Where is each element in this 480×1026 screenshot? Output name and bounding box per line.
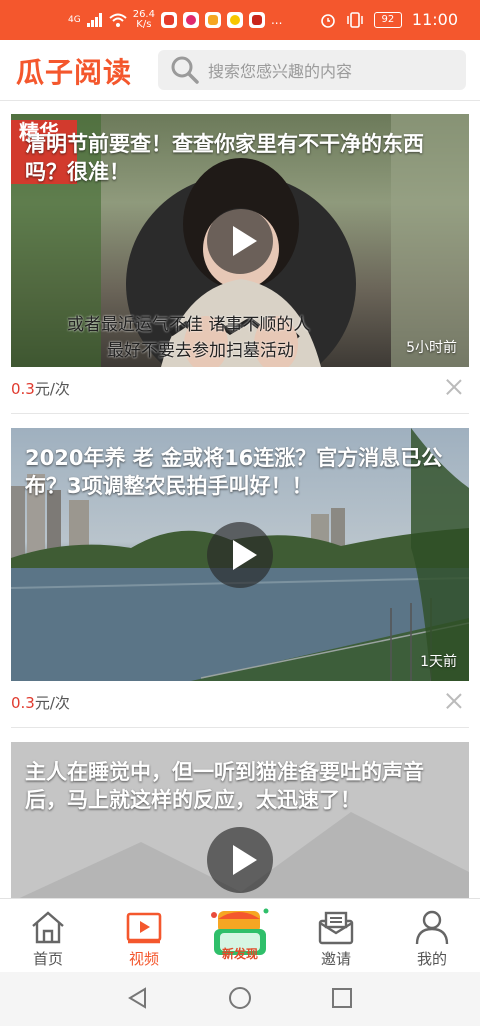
price-value: 0.3 <box>11 380 35 398</box>
search-icon <box>168 53 202 87</box>
profile-icon <box>415 910 449 945</box>
tab-label: 邀请 <box>320 950 351 968</box>
price: 0.3元/次 <box>11 692 70 713</box>
alarm-icon <box>321 13 335 28</box>
status-bar: 4G 26.4 K/s ... 92 11:00 <box>0 0 480 40</box>
price-value: 0.3 <box>11 694 35 712</box>
tab-home[interactable]: 首页 <box>0 899 96 973</box>
video-title: 清明节前要查！查查你家里有不干净的东西吗？很准！ <box>25 132 424 184</box>
app-logo: 瓜子阅读 <box>16 56 133 89</box>
video-time: 1天前 <box>420 654 457 670</box>
tab-label: 首页 <box>32 950 63 968</box>
more-notifications: ... <box>270 13 283 27</box>
video-title: 主人在睡觉中，但一听到猫准备要吐的声音后，马上就这样的反应，太迅速了！ <box>25 760 424 812</box>
tab-label: 视频 <box>128 950 159 968</box>
price-unit: 元/次 <box>34 694 70 712</box>
close-icon[interactable] <box>445 378 463 396</box>
search-bar[interactable]: 搜索您感兴趣的内容 <box>158 50 466 90</box>
status-left: 4G 26.4 K/s ... <box>68 10 282 30</box>
tab-video[interactable]: 视频 <box>96 899 192 973</box>
status-right: 92 11:00 <box>320 10 458 29</box>
play-icon[interactable] <box>207 827 273 893</box>
video-thumbnail[interactable]: 精华 清明节前要查！查查你家里有不干净的东西吗？很准！ 或者最近运气不佳 诸事不… <box>11 114 469 367</box>
divider <box>11 413 469 414</box>
battery-indicator: 92 <box>373 11 402 28</box>
search-placeholder: 搜索您感兴趣的内容 <box>208 62 353 81</box>
app-notification-icon <box>248 12 265 28</box>
tab-label: 新发现 <box>221 947 258 961</box>
bottom-tab-bar: 首页 视频 新发现 邀请 我的 <box>0 898 480 973</box>
back-icon[interactable] <box>126 986 150 1010</box>
network-type: 4G <box>68 14 81 25</box>
tab-invite[interactable]: 邀请 <box>288 899 384 973</box>
tab-discover[interactable]: 新发现 <box>192 899 288 973</box>
clock: 11:00 <box>411 10 458 29</box>
close-icon[interactable] <box>445 692 463 710</box>
app-notification-icon <box>204 12 221 28</box>
app-notification-icon <box>160 12 177 28</box>
tab-label: 我的 <box>416 950 447 968</box>
video-thumbnail[interactable]: 2020年养 老 金或将16连涨？官方消息已公布？3项调整农民拍手叫好！！ 1天… <box>11 428 469 681</box>
play-icon[interactable] <box>207 521 273 588</box>
price-unit: 元/次 <box>34 380 70 398</box>
system-nav-bar <box>0 972 480 1026</box>
wifi-icon <box>109 13 127 27</box>
video-feed[interactable]: 精华 清明节前要查！查查你家里有不干净的东西吗？很准！ 或者最近运气不佳 诸事不… <box>0 100 480 898</box>
vibrate-icon <box>347 11 363 28</box>
recents-icon[interactable] <box>330 986 354 1010</box>
app-header: 瓜子阅读 搜索您感兴趣的内容 <box>0 40 480 101</box>
play-icon[interactable] <box>207 207 273 274</box>
signal-icon <box>86 13 102 27</box>
video-title: 2020年养 老 金或将16连涨？官方消息已公布？3项调整农民拍手叫好！！ <box>25 446 443 498</box>
speed-unit: K/s <box>136 19 152 30</box>
home-circle-icon[interactable] <box>228 986 252 1010</box>
price: 0.3元/次 <box>11 378 70 399</box>
invite-icon <box>318 911 354 945</box>
video-icon <box>126 912 162 944</box>
video-meta: 0.3元/次 <box>11 367 469 411</box>
video-subtitle-text: 最好不要去参加扫墓活动 <box>107 341 294 361</box>
tab-profile[interactable]: 我的 <box>384 899 480 973</box>
video-subtitle-text: 或者最近运气不佳 诸事不顺的人 <box>67 315 311 335</box>
video-thumbnail[interactable]: 主人在睡觉中，但一听到猫准备要吐的声音后，马上就这样的反应，太迅速了！ <box>11 742 469 898</box>
video-meta: 0.3元/次 <box>11 681 469 725</box>
network-speed: 26.4 K/s <box>133 10 155 30</box>
home-icon <box>32 911 64 944</box>
app-notification-icon <box>182 12 199 28</box>
video-time: 5小时前 <box>406 340 457 356</box>
app-notification-icon <box>226 12 243 28</box>
divider <box>11 727 469 728</box>
